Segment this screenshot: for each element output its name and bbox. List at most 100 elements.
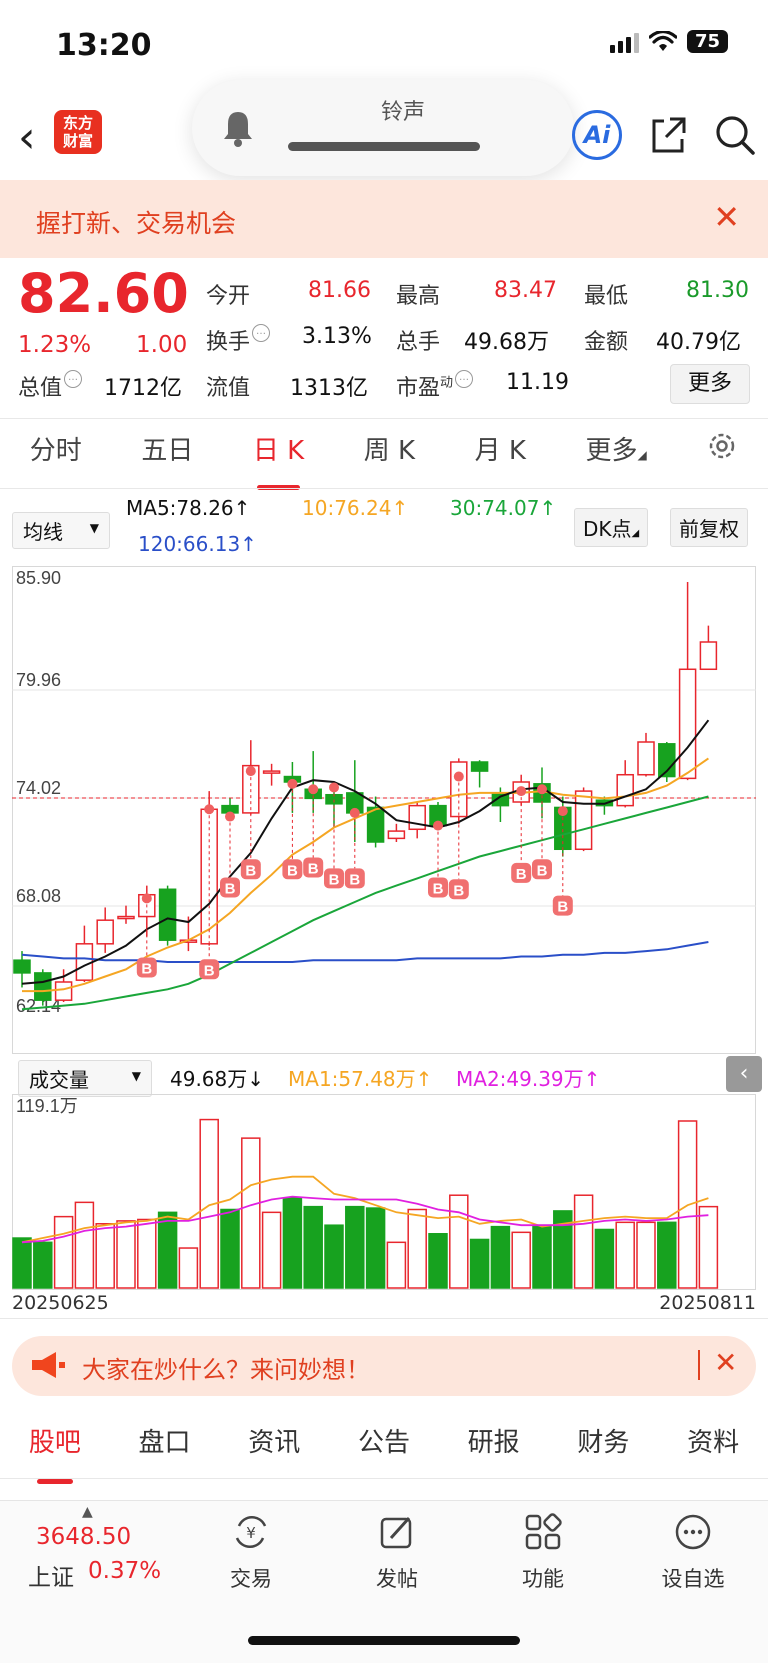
candle-body: [54, 981, 73, 1001]
b-signal-dot: [557, 806, 568, 817]
info-icon[interactable]: …: [64, 370, 83, 388]
nav-functions-label: 功能: [522, 1567, 564, 1591]
pe-value: 11.19: [506, 370, 569, 395]
candle-body: [262, 770, 281, 774]
change-percent: 1.23%: [18, 332, 92, 358]
low-value: 81.30: [686, 278, 749, 303]
b-signal-label: B: [245, 862, 256, 879]
last-price: 82.60: [18, 262, 189, 325]
svg-text:¥: ¥: [246, 1524, 256, 1542]
logo-line2: 财富: [62, 132, 93, 150]
volume-bar: [469, 1238, 490, 1289]
tab-profile[interactable]: 资料: [687, 1422, 739, 1472]
volume-bar: [490, 1225, 511, 1289]
expand-up-icon[interactable]: ▲: [82, 1504, 93, 1520]
triangle-icon: ◢: [637, 448, 647, 462]
volume-indicator-select[interactable]: 成交量 ▼: [18, 1060, 152, 1097]
price-tick-label: 74.02: [16, 778, 61, 798]
b-signal-label: B: [557, 899, 568, 916]
tab-news[interactable]: 资讯: [248, 1422, 300, 1472]
ringer-volume-bar: [288, 142, 480, 151]
index-pct[interactable]: 0.37%: [88, 1558, 161, 1584]
tab-finance[interactable]: 财务: [577, 1422, 629, 1472]
tab-guba[interactable]: 股吧: [29, 1422, 81, 1484]
info-icon[interactable]: …: [252, 324, 271, 342]
volume-bar: [137, 1218, 157, 1289]
dk-point-button[interactable]: DK点◢: [574, 508, 649, 547]
settings-gear-icon[interactable]: [706, 430, 738, 462]
pe-sup: 动: [440, 375, 454, 391]
nav-watchlist[interactable]: 设自选: [648, 1512, 738, 1593]
home-indicator: [248, 1636, 520, 1645]
b-signal-dot: [141, 893, 152, 904]
back-icon[interactable]: ‹: [18, 112, 36, 163]
candle-body: [34, 972, 52, 1001]
index-value[interactable]: 3648.50: [36, 1524, 131, 1550]
b-signal-label: B: [329, 871, 340, 888]
status-icons: 75: [609, 30, 728, 53]
info-icon[interactable]: …: [455, 370, 474, 388]
volume-bar: [282, 1197, 303, 1289]
ma120-line: [21, 941, 709, 963]
nav-post[interactable]: 发帖: [352, 1512, 442, 1593]
open-label: 今开: [206, 284, 251, 309]
tab-announcements[interactable]: 公告: [358, 1422, 410, 1472]
mktcap-label: 总值…: [18, 370, 83, 402]
collapse-side-icon[interactable]: ‹: [726, 1056, 762, 1092]
tab-pankou[interactable]: 盘口: [139, 1422, 191, 1472]
volume-bar: [116, 1220, 136, 1289]
tab-monthly-k[interactable]: 月 K: [475, 430, 526, 482]
volume-bar: [615, 1221, 635, 1289]
b-signal-label: B: [225, 880, 236, 897]
tab-five-day[interactable]: 五日: [141, 430, 193, 482]
ma10-label: 10:76.24↑: [302, 496, 409, 520]
volume-bar: [365, 1207, 386, 1289]
grid-icon: [525, 1513, 562, 1550]
mktcap-value: 1712亿: [104, 376, 182, 401]
volume-bar: [573, 1194, 594, 1289]
open-value: 81.66: [308, 278, 371, 303]
promo-close-icon[interactable]: ✕: [714, 1346, 737, 1379]
b-signal-label: B: [141, 960, 152, 977]
b-signal-dot: [287, 778, 298, 789]
tab-more[interactable]: 更多◢: [585, 430, 646, 482]
candle-body: [13, 959, 31, 974]
volume-bar: [345, 1205, 365, 1289]
index-name[interactable]: 上证: [28, 1558, 74, 1592]
tab-research[interactable]: 研报: [468, 1422, 520, 1472]
search-icon[interactable]: [714, 114, 756, 156]
divider: [0, 418, 768, 419]
b-signal-dot: [516, 786, 527, 797]
volume-ma1: MA1:57.48万↑: [288, 1067, 433, 1091]
forward-adjust-button[interactable]: 前复权: [670, 508, 748, 547]
share-icon[interactable]: [648, 115, 688, 155]
banner-close-icon[interactable]: ✕: [713, 198, 740, 236]
logo-line1: 东方: [62, 114, 93, 132]
more-stats-button[interactable]: 更多: [670, 364, 750, 404]
tab-weekly-k[interactable]: 周 K: [364, 430, 415, 482]
tab-daily-k[interactable]: 日 K: [253, 430, 304, 490]
tab-intraday[interactable]: 分时: [30, 430, 82, 482]
float-label: 流值: [206, 376, 251, 401]
float-value: 1313亿: [290, 376, 368, 401]
ma5-label: MA5:78.26↑: [126, 496, 251, 520]
nav-trade-label: 交易: [230, 1567, 272, 1591]
ma-select[interactable]: 均线 ▼: [12, 512, 110, 549]
ma10-line: [22, 757, 709, 993]
amount-label: 金额: [584, 330, 629, 355]
ai-button[interactable]: Ai: [572, 110, 622, 160]
ma120-label: 120:66.13↑: [138, 532, 257, 556]
header-actions: Ai: [572, 110, 756, 160]
candle-body: [574, 790, 593, 851]
volume-bar: [303, 1205, 323, 1289]
content-tabs: 股吧 盘口 资讯 公告 研报 财务 资料: [0, 1422, 768, 1484]
end-date: 20250811: [659, 1292, 756, 1314]
volume-chart[interactable]: 119.1万: [12, 1094, 756, 1290]
b-signal-dot: [308, 784, 319, 795]
volume-bar: [178, 1247, 199, 1289]
ringer-overlay: 铃声: [192, 80, 574, 176]
nav-trade[interactable]: ¥ 交易: [206, 1512, 296, 1593]
candlestick-chart[interactable]: 85.9079.9674.0268.0862.14B BBB B BB BB BB BB: [12, 566, 756, 1054]
nav-functions[interactable]: 功能: [498, 1512, 588, 1593]
volume-bar: [157, 1211, 178, 1289]
